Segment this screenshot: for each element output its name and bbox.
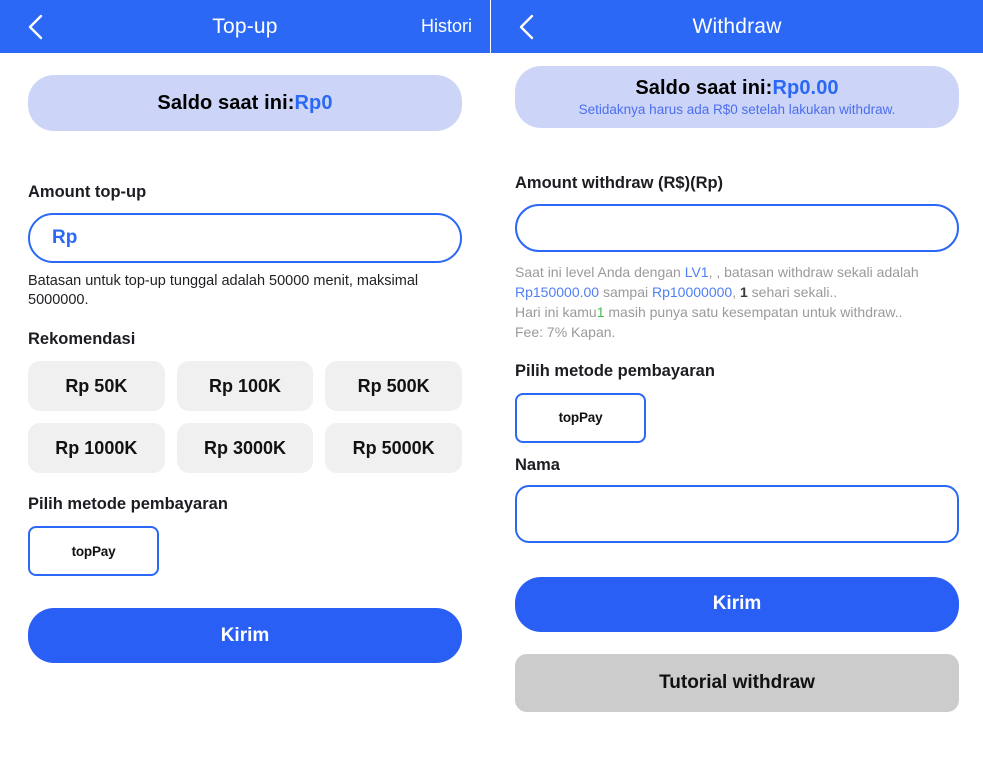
topup-balance-text: Saldo saat ini:Rp0 — [157, 92, 332, 115]
topup-balance-label: Saldo saat ini: — [157, 91, 295, 114]
amount-topup-label: Amount top-up — [28, 183, 147, 201]
info-line1-b: , , batasan withdraw sekali adalah — [708, 264, 919, 280]
withdraw-body: Saldo saat ini:Rp0.00 Setidaknya harus a… — [491, 66, 983, 712]
topup-submit-button[interactable]: Kirim — [28, 608, 462, 664]
withdraw-balance-text: Saldo saat ini:Rp0.00 — [635, 77, 838, 100]
amount-withdraw-label: Amount withdraw (R$)(Rp) — [515, 174, 724, 192]
info-line2-tail: sehari sekali.. — [747, 283, 838, 300]
withdraw-screen: Withdraw Saldo saat ini:Rp0.00 Setidakny… — [491, 0, 983, 775]
withdraw-info-text: Saat ini level Anda dengan LV1, , batasa… — [515, 263, 959, 343]
nama-label: Nama — [515, 455, 560, 474]
topup-body: Saldo saat ini:Rp0 Amount top-up Rp Bata… — [0, 75, 490, 664]
topup-screen: Top-up Histori Saldo saat ini:Rp0 Amount… — [0, 0, 491, 775]
withdraw-balance-note: Setidaknya harus ada R$0 setelah lakukan… — [578, 102, 896, 117]
info-max-amount: Rp10000000 — [652, 283, 733, 300]
back-button[interactable] — [18, 10, 52, 44]
rekomendasi-chip[interactable]: Rp 1000K — [28, 423, 165, 474]
payment-method-name: topPay — [558, 410, 603, 425]
payment-method-label-withdraw: Pilih metode pembayaran — [515, 361, 715, 380]
amount-topup-hint: Batasan untuk top-up tunggal adalah 5000… — [28, 273, 419, 309]
rekomendasi-chip[interactable]: Rp 100K — [176, 361, 314, 412]
chevron-left-icon — [24, 12, 46, 42]
info-line3-a: Hari ini kamu — [515, 303, 597, 320]
info-line2-mid: sampai — [599, 283, 652, 300]
withdraw-balance-label: Saldo saat ini: — [635, 77, 773, 99]
back-button[interactable] — [509, 10, 543, 44]
payment-method-toppay-topup[interactable]: topPay — [28, 526, 159, 577]
withdraw-appbar: Withdraw — [491, 0, 983, 53]
topup-appbar: Top-up Histori — [0, 0, 490, 53]
payment-method-label-topup: Pilih metode pembayaran — [28, 495, 228, 514]
withdraw-balance-banner: Saldo saat ini:Rp0.00 Setidaknya harus a… — [515, 66, 959, 128]
history-link[interactable]: Histori — [421, 16, 472, 37]
info-min-amount: Rp150000.00 — [515, 283, 600, 300]
info-line2-sep: , — [732, 283, 740, 300]
rekomendasi-chip[interactable]: Rp 5000K — [325, 423, 462, 474]
rekomendasi-chip[interactable]: Rp 50K — [28, 361, 165, 412]
topup-title: Top-up — [212, 14, 278, 38]
withdraw-title: Withdraw — [692, 14, 782, 38]
rekomendasi-chip-grid: Rp 50K Rp 100K Rp 500K Rp 1000K Rp 3000K… — [28, 361, 462, 474]
tutorial-withdraw-button[interactable]: Tutorial withdraw — [515, 653, 959, 712]
topup-balance-banner: Saldo saat ini:Rp0 — [28, 75, 462, 131]
info-line3-b: masih punya satu kesempatan untuk withdr… — [604, 303, 903, 320]
rekomendasi-chip[interactable]: Rp 3000K — [176, 423, 314, 474]
info-remaining-count: 1 — [596, 303, 605, 320]
topup-balance-amount: Rp0 — [294, 91, 333, 114]
amount-withdraw-input[interactable] — [515, 204, 959, 252]
chevron-left-icon — [515, 12, 537, 42]
info-line1-a: Saat ini level Anda dengan — [515, 264, 685, 280]
amount-topup-input[interactable]: Rp — [28, 213, 462, 263]
rekomendasi-chip[interactable]: Rp 500K — [325, 361, 462, 412]
payment-method-name: topPay — [71, 543, 116, 559]
info-daily-count: 1 — [739, 283, 748, 300]
info-level: LV1 — [684, 264, 709, 280]
payment-method-toppay-withdraw[interactable]: topPay — [515, 392, 646, 443]
withdraw-submit-button[interactable]: Kirim — [515, 576, 959, 632]
amount-topup-placeholder: Rp — [52, 227, 78, 248]
nama-input[interactable] — [515, 484, 959, 543]
dual-screen-container: Top-up Histori Saldo saat ini:Rp0 Amount… — [0, 0, 983, 775]
withdraw-balance-amount: Rp0.00 — [772, 77, 839, 99]
info-fee: Fee: 7% Kapan. — [515, 323, 616, 340]
rekomendasi-label: Rekomendasi — [28, 330, 136, 349]
